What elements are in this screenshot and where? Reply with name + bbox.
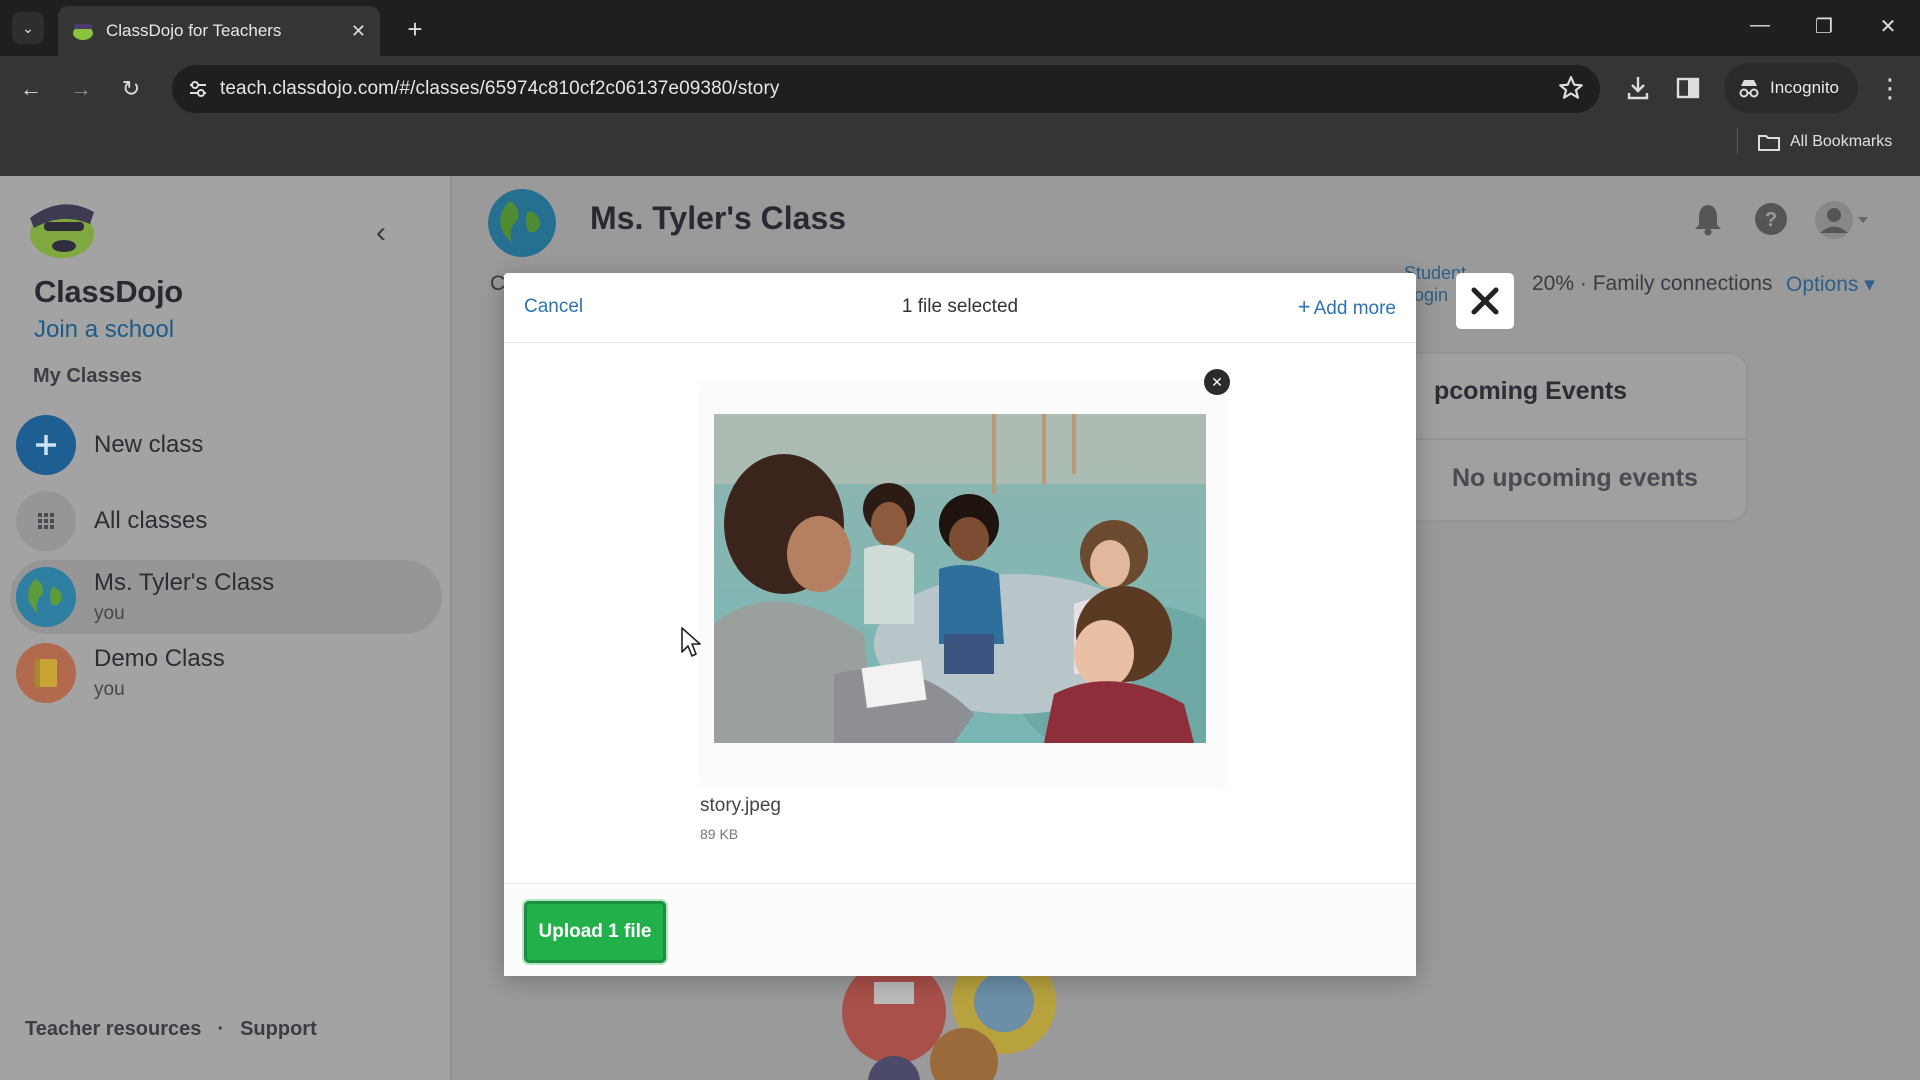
browser-menu-icon[interactable]: ⋮: [1876, 70, 1904, 106]
tab-fragment[interactable]: C: [490, 272, 505, 296]
sidebar-item-label: Demo Class: [94, 645, 225, 672]
folder-icon: [1758, 135, 1780, 151]
help-icon[interactable]: ?: [1754, 202, 1788, 236]
brand-name: ClassDojo: [34, 274, 183, 309]
incognito-label: Incognito: [1770, 78, 1839, 97]
upload-modal: Cancel 1 file selected + Add more ✕ stor…: [504, 273, 1416, 976]
mouse-cursor-icon: [681, 627, 701, 657]
class-title: Ms. Tyler's Class: [590, 200, 847, 236]
plus-icon: [16, 415, 76, 475]
add-more-label: Add more: [1313, 298, 1396, 319]
classdojo-favicon-icon: [73, 24, 93, 40]
support-link[interactable]: Support: [240, 1018, 317, 1040]
modal-close-button[interactable]: [1456, 273, 1514, 329]
sidebar-item-sublabel: you: [94, 679, 125, 700]
url-text: teach.classdojo.com/#/classes/65974c810c…: [220, 78, 780, 99]
browser-toolbar: ← → ↻ teach.classdojo.com/#/classes/6597…: [0, 56, 1920, 176]
incognito-icon: [1739, 80, 1759, 98]
globe-icon: [16, 567, 76, 627]
all-bookmarks[interactable]: All Bookmarks: [1758, 128, 1892, 156]
add-more-button[interactable]: + Add more: [1298, 294, 1396, 320]
sidebar-item-sublabel: you: [94, 603, 125, 624]
file-size: 89 KB: [700, 826, 739, 842]
profile-menu-icon[interactable]: [1814, 200, 1870, 240]
upcoming-events-card: pcoming Events No upcoming events: [1384, 352, 1748, 522]
bookmark-star-icon[interactable]: [1558, 75, 1584, 101]
options-dropdown[interactable]: Options ▾: [1786, 272, 1875, 297]
close-icon: [1471, 287, 1499, 315]
sidebar-item-all-classes[interactable]: All classes: [10, 484, 442, 558]
tab-list-button[interactable]: ⌄: [12, 12, 44, 44]
minimize-icon[interactable]: —: [1740, 14, 1780, 37]
reload-icon[interactable]: ↻: [112, 70, 150, 108]
restore-icon[interactable]: ❐: [1804, 14, 1844, 39]
sidebar: ‹ ClassDojo Join a school My Classes New…: [0, 176, 452, 1080]
forward-icon[interactable]: →: [62, 70, 100, 108]
upcoming-events-title: pcoming Events: [1434, 377, 1628, 405]
sidebar-item-new-class[interactable]: New class: [10, 408, 442, 482]
sidebar-item-label: New class: [94, 431, 204, 458]
window-close-icon[interactable]: ✕: [1868, 14, 1908, 39]
sidebar-item-ms-tylers-class[interactable]: Ms. Tyler's Class you: [10, 560, 442, 634]
no-events-text: No upcoming events: [1452, 464, 1698, 492]
remove-file-icon[interactable]: ✕: [1204, 369, 1230, 395]
new-tab-button[interactable]: +: [398, 12, 432, 46]
family-connections[interactable]: 20% · Family connections: [1532, 272, 1772, 296]
story-photo-thumbnail: [714, 414, 1206, 743]
events-divider: [1386, 438, 1746, 440]
site-info-icon[interactable]: [186, 77, 210, 101]
browser-tab-active[interactable]: ClassDojo for Teachers ✕: [58, 6, 380, 56]
sidebar-item-label: All classes: [94, 507, 208, 534]
browser-tab-bar: ⌄ ClassDojo for Teachers ✕ + — ❐ ✕: [0, 0, 1920, 56]
decorative-illustration: [842, 972, 1056, 1080]
upload-button[interactable]: Upload 1 file: [524, 901, 666, 963]
bookmarks-divider: [1737, 128, 1738, 154]
teacher-resources-link[interactable]: Teacher resources: [25, 1018, 201, 1040]
side-panel-icon[interactable]: [1672, 72, 1704, 104]
modal-header: Cancel 1 file selected + Add more: [504, 273, 1416, 343]
join-school-link[interactable]: Join a school: [34, 316, 174, 344]
grid-icon: [16, 491, 76, 551]
svg-text:?: ?: [1765, 209, 1777, 231]
modal-footer: Upload 1 file: [504, 883, 1416, 976]
file-name: story.jpeg: [700, 795, 781, 816]
plus-icon: +: [1297, 294, 1311, 319]
collapse-sidebar-icon[interactable]: ‹: [376, 216, 386, 250]
sidebar-item-demo-class[interactable]: Demo Class you: [10, 636, 442, 710]
class-globe-icon: [488, 189, 556, 257]
download-icon[interactable]: [1622, 72, 1654, 104]
notification-bell-icon[interactable]: [1693, 202, 1723, 236]
back-icon[interactable]: ←: [12, 70, 50, 108]
address-bar[interactable]: teach.classdojo.com/#/classes/65974c810c…: [172, 65, 1600, 113]
incognito-badge[interactable]: Incognito: [1724, 63, 1858, 113]
sidebar-footer: Teacher resources · Support: [25, 1018, 333, 1041]
sidebar-item-label: Ms. Tyler's Class: [94, 569, 275, 596]
classdojo-logo-icon: [30, 204, 94, 258]
tab-title: ClassDojo for Teachers: [106, 21, 282, 40]
my-classes-heading: My Classes: [33, 365, 142, 387]
all-bookmarks-label: All Bookmarks: [1790, 133, 1893, 150]
tab-close-icon[interactable]: ✕: [351, 21, 366, 42]
selected-count: 1 file selected: [901, 296, 1019, 317]
footer-separator: ·: [217, 1018, 225, 1040]
notebook-icon: [16, 643, 76, 703]
